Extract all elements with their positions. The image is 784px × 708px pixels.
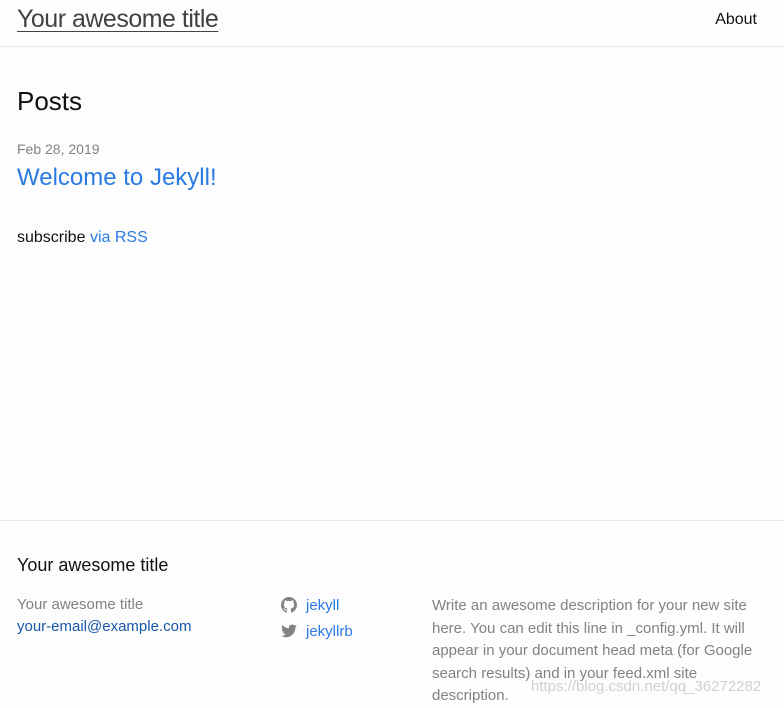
rss-prefix: subscribe [17, 229, 86, 246]
twitter-icon [281, 624, 297, 638]
twitter-link[interactable]: jekyllrb [281, 621, 353, 641]
post-date: Feb 28, 2019 [17, 141, 100, 157]
footer-heading: Your awesome title [17, 555, 169, 575]
github-icon [281, 597, 297, 613]
footer-email-link[interactable]: your-email@example.com [17, 618, 191, 635]
footer-site-name: Your awesome title [17, 596, 144, 613]
nav-link-about[interactable]: About [715, 11, 757, 29]
github-username: jekyll [306, 596, 340, 614]
watermark-url: https://blog.csdn.net/qq_36272282 [531, 678, 762, 695]
github-link[interactable]: jekyll [281, 595, 339, 615]
rss-subscribe: subscribe via RSS [17, 229, 148, 247]
twitter-username: jekyllrb [306, 622, 353, 640]
page-heading: Posts [17, 86, 83, 116]
site-header: Your awesome title About [0, 0, 784, 47]
site-title-link[interactable]: Your awesome title [17, 5, 219, 34]
post-title-link[interactable]: Welcome to Jekyll! [17, 164, 217, 192]
rss-link[interactable]: via RSS [90, 229, 148, 246]
